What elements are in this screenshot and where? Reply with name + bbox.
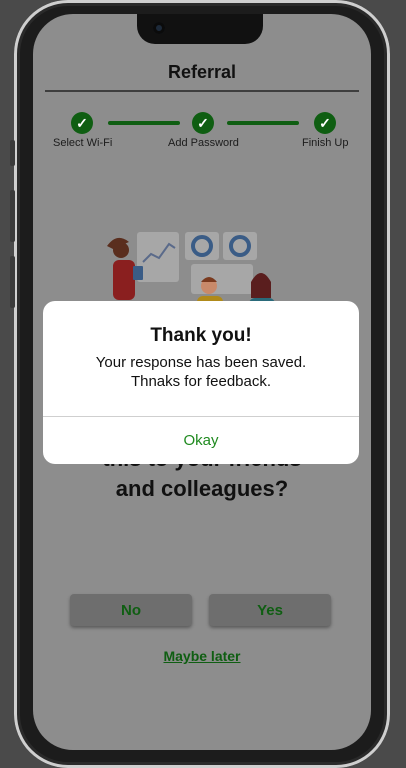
step-1-check-icon: ✓ — [71, 112, 93, 134]
step-label-finish-up: Finish Up — [302, 137, 349, 149]
yes-button[interactable]: Yes — [209, 594, 331, 626]
dialog-message: Your response has been saved. Thnaks for… — [53, 353, 349, 391]
no-button[interactable]: No — [70, 594, 192, 626]
phone-side-button — [10, 190, 15, 242]
step-2-check-icon: ✓ — [192, 112, 214, 134]
step-label-add-password: Add Password — [168, 137, 239, 149]
camera-notch — [137, 14, 263, 44]
step-connector — [227, 121, 299, 125]
dialog-message-line-2: Thnaks for feedback. — [130, 373, 272, 390]
question-line-2: and colleagues? — [115, 476, 289, 501]
app-screen: Referral ✓ ✓ ✓ Select Wi-Fi Add Password… — [33, 14, 371, 750]
phone-side-button — [10, 256, 15, 308]
page-title: Referral — [167, 62, 237, 82]
camera-icon — [153, 22, 165, 34]
dialog-title: Thank you! — [150, 325, 252, 346]
okay-button[interactable]: Okay — [43, 417, 359, 464]
step-connector — [108, 121, 180, 125]
maybe-later-link[interactable]: Maybe later — [33, 648, 371, 664]
header-divider — [45, 90, 359, 92]
step-label-select-wifi: Select Wi-Fi — [53, 137, 113, 149]
dialog-message-line-1: Your response has been saved. — [95, 354, 307, 371]
thank-you-dialog: Thank you! Your response has been saved.… — [43, 301, 359, 464]
step-3-check-icon: ✓ — [314, 112, 336, 134]
phone-side-button — [10, 140, 15, 166]
